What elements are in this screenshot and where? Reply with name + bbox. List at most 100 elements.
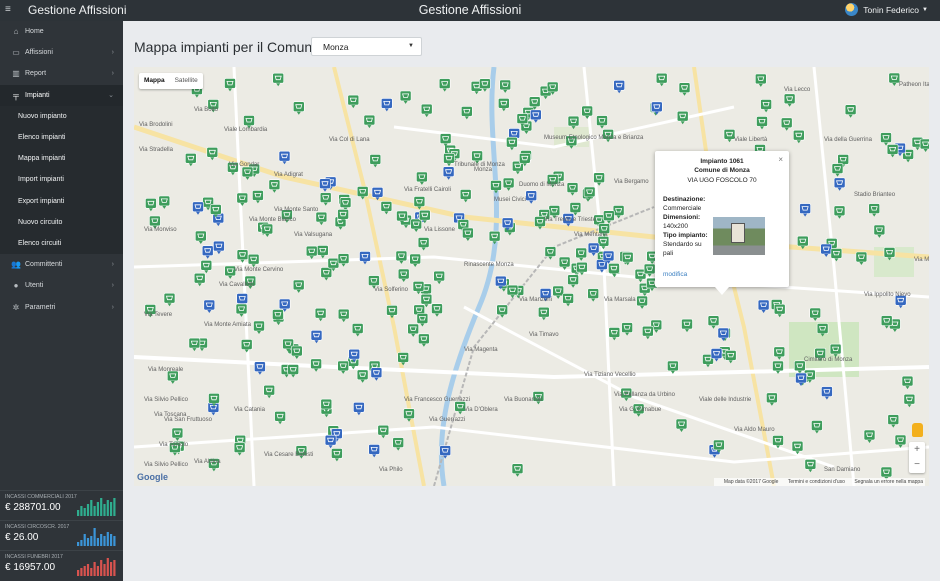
report-error-link[interactable]: Segnala un errore nella mappa (854, 479, 923, 485)
stat-label: INCASSI FUNEBRI 2017 (5, 554, 63, 560)
map-street-label: Via Monreale (148, 367, 184, 373)
sparkline-bar (93, 528, 96, 546)
bar-chart-icon: ▥ (12, 69, 20, 79)
map-type-satellite[interactable]: Satellite (170, 73, 203, 89)
map-street-label: Via Guerrazzi (429, 417, 466, 423)
sidebar-item-utenti[interactable]: ● Utenti › (0, 275, 123, 296)
map-street-label: Via Cesare Battisti (264, 452, 314, 458)
modifica-link[interactable]: modifica (663, 271, 687, 278)
map-street-label: Via Buonarroti (504, 397, 542, 403)
gear-icon: ✲ (12, 302, 20, 312)
map-street-label: Via Tevere (144, 312, 173, 318)
submenu-item-nuovo-impianto[interactable]: Nuovo impianto (0, 106, 123, 127)
map-street-label: Via Col di Lana (329, 137, 370, 143)
map-attribution: Map data ©2017 Google Termini e condizio… (713, 478, 925, 486)
google-logo[interactable]: Google (137, 472, 168, 482)
sidebar-item-report[interactable]: ▥ Report › (0, 63, 123, 84)
map-type-mappa[interactable]: Mappa (139, 73, 170, 89)
stat-value: € 26.00 (5, 532, 39, 543)
map-street-label: Duomo di Monza (519, 182, 565, 188)
map-street-label: Via Lecco (784, 87, 811, 93)
sparkline-bar (100, 534, 103, 546)
map-street-label: Via Ippolito Nievo (864, 292, 911, 298)
sidebar: ⌂ Home ▭ Affissioni › ▥ Report › ╤ Impia… (0, 21, 123, 581)
terms-link[interactable]: Termini e condizioni d'uso (788, 479, 845, 485)
chevron-down-icon: ⌄ (108, 92, 114, 100)
map-street-label: Via Mentana (574, 232, 608, 238)
sparkline-bar (90, 500, 93, 516)
sidebar-item-label: Utenti (25, 282, 44, 290)
map-street-label: Viale Libertà (734, 137, 768, 143)
comune-select[interactable]: Monza ▼ (311, 37, 422, 56)
street-view-pegman-icon[interactable] (912, 423, 923, 437)
sidebar-item-affissioni[interactable]: ▭ Affissioni › (0, 42, 123, 63)
submenu-item-import-impianti[interactable]: Import impianti (0, 169, 123, 190)
sparkline-bar (110, 502, 113, 516)
info-tipo-value: Stendardo su pali (663, 241, 702, 257)
submenu-item-elenco-impianti[interactable]: Elenco impianti (0, 127, 123, 148)
info-window: × Impianto 1061 Comune di Monza VIA UGO … (655, 151, 789, 295)
sidebar-item-parametri[interactable]: ✲ Parametri › (0, 296, 123, 317)
map-view[interactable]: Mappa Satellite Via Brodolini Via Boito Vi… (134, 67, 929, 486)
sparkline-bar (80, 540, 83, 546)
stat-value: € 288701.00 (5, 502, 61, 513)
sparkline-bar (77, 542, 80, 546)
sparkline-bar (113, 560, 116, 576)
zoom-control: + − (909, 442, 925, 473)
map-street-label: Via Monte Bianco (249, 217, 296, 223)
zoom-in-button[interactable]: + (909, 442, 925, 457)
users-icon: 👥 (11, 260, 21, 270)
submenu-item-mappa-impianti[interactable]: Mappa impianti (0, 148, 123, 169)
map-street-label: Via Philo (379, 467, 403, 473)
sparkline-bar (77, 510, 80, 516)
info-tipo-label: Tipo impianto: (663, 232, 708, 239)
sidebar-item-label: Report (25, 70, 47, 78)
sparkline (77, 528, 116, 546)
map-street-label: Via D'Oblera (464, 407, 498, 413)
map-street-label: Via Solferino (374, 287, 408, 293)
info-dimensioni-value: 140x200 (663, 223, 688, 230)
sparkline-bar (96, 566, 99, 576)
sidebar-item-impianti[interactable]: ╤ Impianti ⌄ (0, 84, 123, 106)
map-street-label: Via Silvio Pellico (144, 462, 188, 468)
stat-label: INCASSI CIRCOSCR. 2017 (5, 524, 70, 530)
map-street-label: Via Lissone (424, 227, 455, 233)
chevron-right-icon: › (111, 261, 114, 269)
map-street-label: Viale Lombardia (224, 127, 268, 133)
map-street-label: Via G. Cimabue (619, 407, 662, 413)
sidebar-item-committenti[interactable]: 👥 Committenti › (0, 254, 123, 275)
sparkline (77, 558, 116, 576)
submenu-item-export-impianti[interactable]: Export impianti (0, 191, 123, 212)
sparkline-bar (100, 498, 103, 516)
sparkline-bar (103, 536, 106, 546)
info-address: VIA UGO FOSCOLO 70 (687, 177, 757, 184)
map-street-label: Via San Fruttuoso (164, 417, 212, 423)
sparkline-bar (83, 566, 86, 576)
sparkline-bar (90, 536, 93, 546)
sparkline-bar (96, 502, 99, 516)
user-icon: ● (13, 281, 19, 291)
map-street-label: Via Monviso (144, 227, 177, 233)
page-header-title: Gestione Affissioni (418, 3, 522, 17)
map-street-label: Via Stradella (139, 147, 173, 153)
sidebar-item-home[interactable]: ⌂ Home (0, 21, 123, 42)
info-window-tail (715, 287, 729, 295)
sparkline-bar (100, 560, 103, 576)
sparkline-bar (96, 538, 99, 546)
zoom-out-button[interactable]: − (909, 457, 925, 472)
info-destinazione-value: Commerciale (663, 205, 702, 212)
sparkline-bar (93, 562, 96, 576)
submenu-item-elenco-circuiti[interactable]: Elenco circuiti (0, 233, 123, 254)
map-street-label: Viale delle Industrie (699, 397, 752, 403)
sparkline-bar (93, 506, 96, 516)
sparkline-bar (86, 538, 90, 546)
map-street-label: Via Francesco Guerrazzi (404, 397, 470, 403)
submenu-item-nuovo-circuito[interactable]: Nuovo circuito (0, 212, 123, 233)
map-street-label: Rinascente Monza (464, 262, 514, 268)
map-street-label: Via Adigrat (274, 172, 303, 178)
sparkline-bar (80, 506, 83, 516)
map-street-label: Via della Guerrina (824, 137, 872, 143)
impianto-photo (713, 217, 765, 255)
user-menu[interactable]: Tonin Federico ▼ (845, 3, 928, 16)
map-street-label: San Damiano (824, 467, 861, 473)
